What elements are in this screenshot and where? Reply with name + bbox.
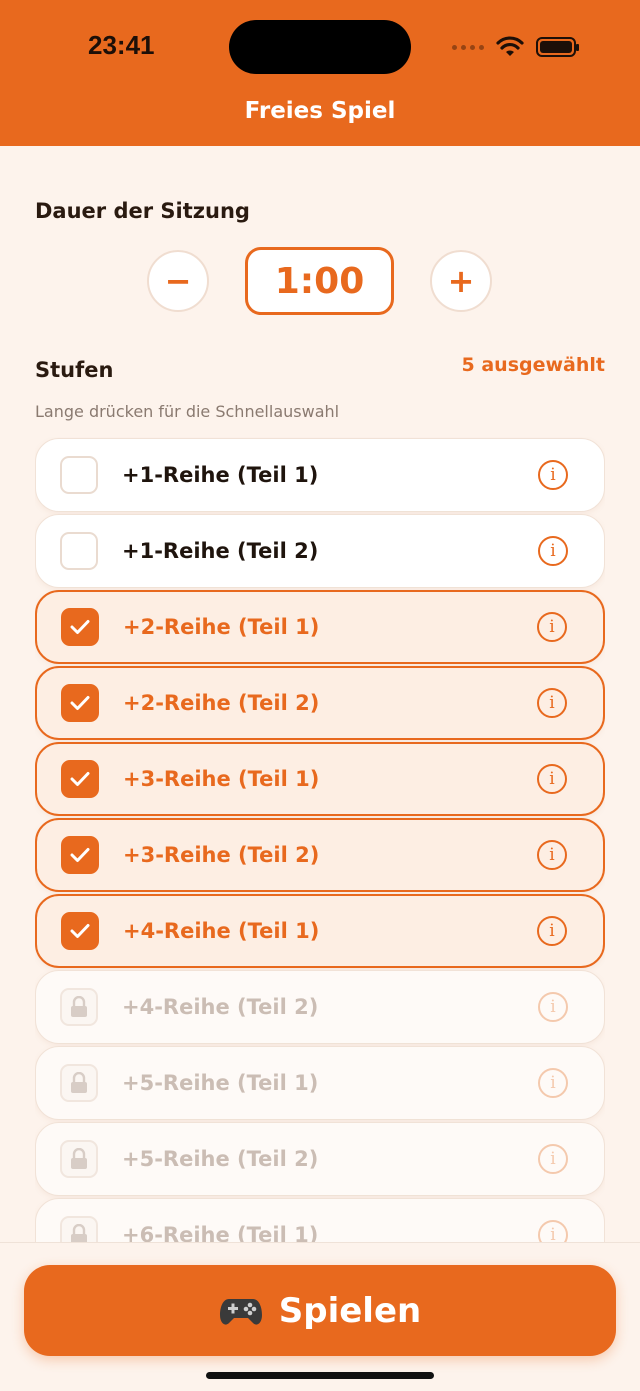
info-icon[interactable]: i (537, 916, 567, 946)
increase-duration-button[interactable]: + (430, 250, 492, 312)
checkbox-checked[interactable] (61, 608, 99, 646)
play-button[interactable]: Spielen (24, 1265, 616, 1356)
info-icon[interactable]: i (537, 688, 567, 718)
info-icon[interactable]: i (538, 460, 568, 490)
level-row: +5-Reihe (Teil 2) i (35, 1122, 605, 1196)
duration-label: Dauer der Sitzung (35, 199, 250, 223)
level-row[interactable]: +1-Reihe (Teil 2) i (35, 514, 605, 588)
levels-list[interactable]: +1-Reihe (Teil 1) i +1-Reihe (Teil 2) i +2-R… (35, 437, 605, 1242)
level-label: +1-Reihe (Teil 1) (122, 463, 319, 487)
level-label: +3-Reihe (Teil 2) (123, 843, 320, 867)
level-label: +2-Reihe (Teil 1) (123, 615, 320, 639)
info-icon[interactable]: i (538, 1220, 568, 1242)
info-icon[interactable]: i (537, 764, 567, 794)
checkmark-icon (70, 620, 90, 634)
info-icon[interactable]: i (538, 1144, 568, 1174)
decrease-duration-button[interactable]: − (147, 250, 209, 312)
checkmark-icon (70, 924, 90, 938)
status-time: 23:41 (88, 30, 155, 60)
info-icon[interactable]: i (537, 840, 567, 870)
signal-icon (452, 44, 484, 50)
level-row[interactable]: +1-Reihe (Teil 1) i (35, 438, 605, 512)
checkbox-checked[interactable] (61, 684, 99, 722)
checkmark-icon (70, 772, 90, 786)
lock-icon (60, 1140, 98, 1178)
page-title: Freies Spiel (244, 98, 396, 124)
level-label: +5-Reihe (Teil 2) (122, 1147, 319, 1171)
level-label: +1-Reihe (Teil 2) (122, 539, 319, 563)
level-label: +5-Reihe (Teil 1) (122, 1071, 319, 1095)
level-label: +4-Reihe (Teil 2) (122, 995, 319, 1019)
checkbox-checked[interactable] (61, 836, 99, 874)
level-label: +2-Reihe (Teil 2) (123, 691, 320, 715)
selected-count: 5 ausgewählt (461, 354, 605, 376)
play-button-label: Spielen (278, 1290, 422, 1331)
status-icons (452, 34, 579, 60)
levels-hint: Lange drücken für die Schnellauswahl (35, 402, 340, 421)
level-row: +4-Reihe (Teil 2) i (35, 970, 605, 1044)
top-bar: 23:41 Freies Spiel (0, 0, 640, 146)
home-indicator (206, 1372, 434, 1379)
level-label: +3-Reihe (Teil 1) (123, 767, 320, 791)
gamepad-icon (219, 1298, 262, 1325)
level-row[interactable]: +3-Reihe (Teil 2) i (35, 818, 605, 892)
level-row[interactable]: +2-Reihe (Teil 1) i (35, 590, 605, 664)
dynamic-island (229, 20, 411, 74)
lock-icon (60, 988, 98, 1026)
checkmark-icon (70, 848, 90, 862)
checkbox-checked[interactable] (61, 912, 99, 950)
level-row[interactable]: +3-Reihe (Teil 1) i (35, 742, 605, 816)
info-icon[interactable]: i (538, 536, 568, 566)
level-label: +6-Reihe (Teil 1) (122, 1223, 319, 1242)
level-row: +6-Reihe (Teil 1) i (35, 1198, 605, 1242)
info-icon[interactable]: i (538, 992, 568, 1022)
info-icon[interactable]: i (538, 1068, 568, 1098)
battery-icon (536, 37, 579, 57)
checkmark-icon (70, 696, 90, 710)
duration-value: 1:00 (245, 247, 394, 315)
level-label: +4-Reihe (Teil 1) (123, 919, 320, 943)
lock-icon (60, 1064, 98, 1102)
info-icon[interactable]: i (537, 612, 567, 642)
level-row[interactable]: +4-Reihe (Teil 1) i (35, 894, 605, 968)
checkbox-checked[interactable] (61, 760, 99, 798)
wifi-icon (496, 36, 524, 56)
levels-label: Stufen (35, 358, 114, 382)
checkbox-unchecked[interactable] (60, 532, 98, 570)
level-row[interactable]: +2-Reihe (Teil 2) i (35, 666, 605, 740)
lock-icon (60, 1216, 98, 1242)
checkbox-unchecked[interactable] (60, 456, 98, 494)
level-row: +5-Reihe (Teil 1) i (35, 1046, 605, 1120)
